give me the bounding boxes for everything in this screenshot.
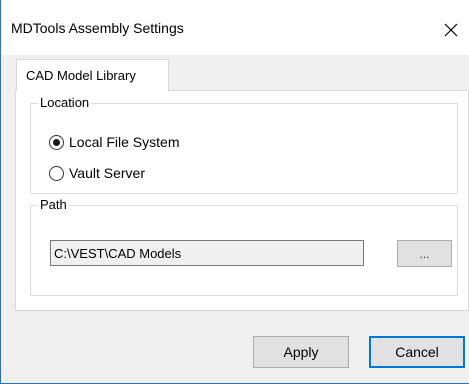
close-icon <box>444 23 458 37</box>
radio-local-file-system[interactable]: Local File System <box>49 133 179 151</box>
path-input[interactable] <box>50 240 364 266</box>
location-group: Location Local File System Vault Server <box>30 95 458 194</box>
title-bar: MDTools Assembly Settings <box>1 0 469 55</box>
radio-button-checked[interactable] <box>49 134 64 150</box>
radio-label-local: Local File System <box>69 134 180 150</box>
radio-button-unchecked[interactable] <box>49 165 64 181</box>
browse-button[interactable]: ... <box>397 240 452 267</box>
settings-dialog: MDTools Assembly Settings CAD Model Libr… <box>0 0 469 384</box>
window-title: MDTools Assembly Settings <box>11 20 184 36</box>
tab-page: Location Local File System Vault Server … <box>15 90 469 311</box>
tab-label: CAD Model Library <box>26 68 136 83</box>
path-group: Path ... <box>30 197 458 296</box>
path-group-label: Path <box>38 197 69 213</box>
radio-label-vault: Vault Server <box>69 165 145 181</box>
close-button[interactable] <box>433 12 469 48</box>
radio-vault-server[interactable]: Vault Server <box>49 164 145 182</box>
location-group-label: Location <box>38 95 92 111</box>
apply-button[interactable]: Apply <box>253 336 349 368</box>
tab-cad-model-library[interactable]: CAD Model Library <box>16 59 169 91</box>
radio-dot <box>53 138 60 146</box>
cancel-button[interactable]: Cancel <box>369 336 465 368</box>
